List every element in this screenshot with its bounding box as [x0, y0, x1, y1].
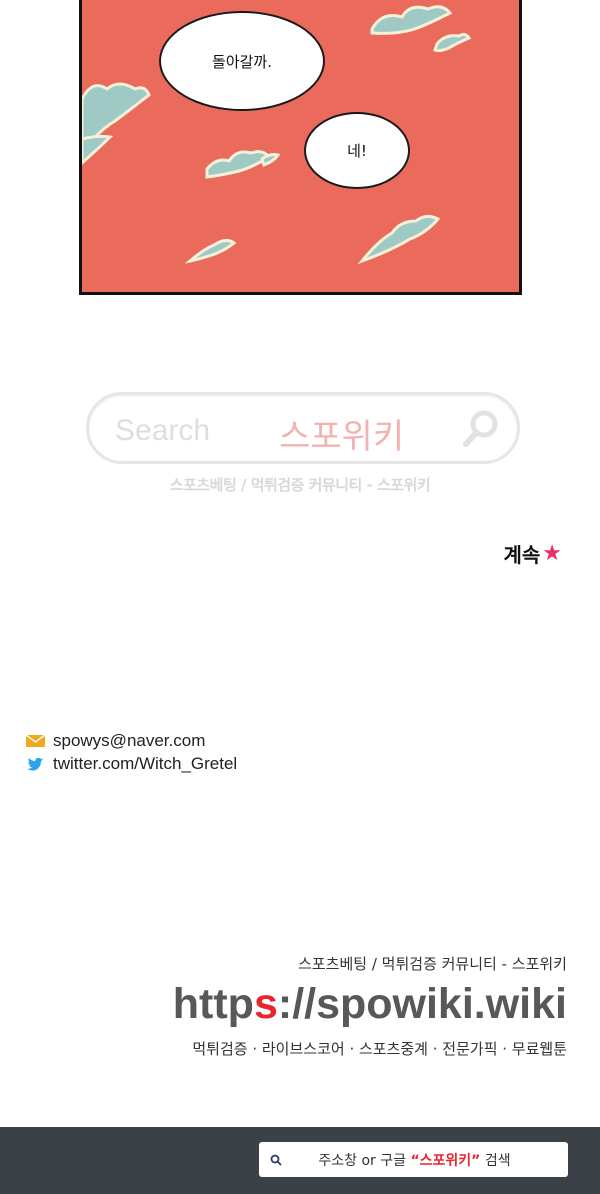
speech-bubble-2: 네! [304, 112, 410, 189]
email-text[interactable]: spowys@naver.com [53, 731, 205, 751]
site-url-suffix: ://spowiki.wiki [277, 980, 567, 1028]
search-icon [463, 410, 498, 447]
search-banner[interactable]: Search 스포위키 [86, 392, 520, 464]
star-icon: ★ [542, 540, 562, 566]
contact-twitter: twitter.com/Witch_Gretel [26, 754, 237, 774]
mail-icon [26, 734, 45, 747]
twitter-icon [27, 757, 44, 771]
credit-services: 먹튀검증 · 라이브스코어 · 스포츠중계 · 전문가픽 · 무료웹툰 [192, 1040, 567, 1058]
search-brand-text: 스포위키 [279, 417, 405, 457]
contact-email: spowys@naver.com [26, 731, 205, 751]
bottom-bar: 주소창 or 구글 “스포위키” 검색 [0, 1127, 600, 1194]
banner-caption: 스포츠베팅 / 먹튀검증 커뮤니티 - 스포위키 [169, 476, 431, 494]
search-placeholder: Search [115, 414, 211, 447]
magnifier-icon [270, 1154, 282, 1166]
continued-text: 계속 [503, 543, 541, 567]
twitter-text[interactable]: twitter.com/Witch_Gretel [53, 754, 237, 774]
site-url[interactable]: https://spowiki.wiki [173, 980, 567, 1029]
bottom-search-brand: “스포위키” [410, 1152, 481, 1169]
comic-panel: 돌아갈까. 네! [79, 0, 522, 295]
bottom-search-post: 검색 [480, 1152, 511, 1169]
bottom-search-box[interactable]: 주소창 or 구글 “스포위키” 검색 [259, 1142, 568, 1177]
speech-bubble-1: 돌아갈까. [159, 11, 325, 111]
site-url-prefix: http [172, 980, 254, 1028]
bottom-search-pre: 주소창 or 구글 [318, 1152, 411, 1169]
continued-label: 계속 ★ [503, 539, 562, 568]
credit-tagline: 스포츠베팅 / 먹튀검증 커뮤니티 - 스포위키 [298, 955, 567, 973]
site-url-accent: s [253, 980, 278, 1028]
bottom-search-text: 주소창 or 구글 “스포위키” 검색 [283, 1150, 568, 1170]
